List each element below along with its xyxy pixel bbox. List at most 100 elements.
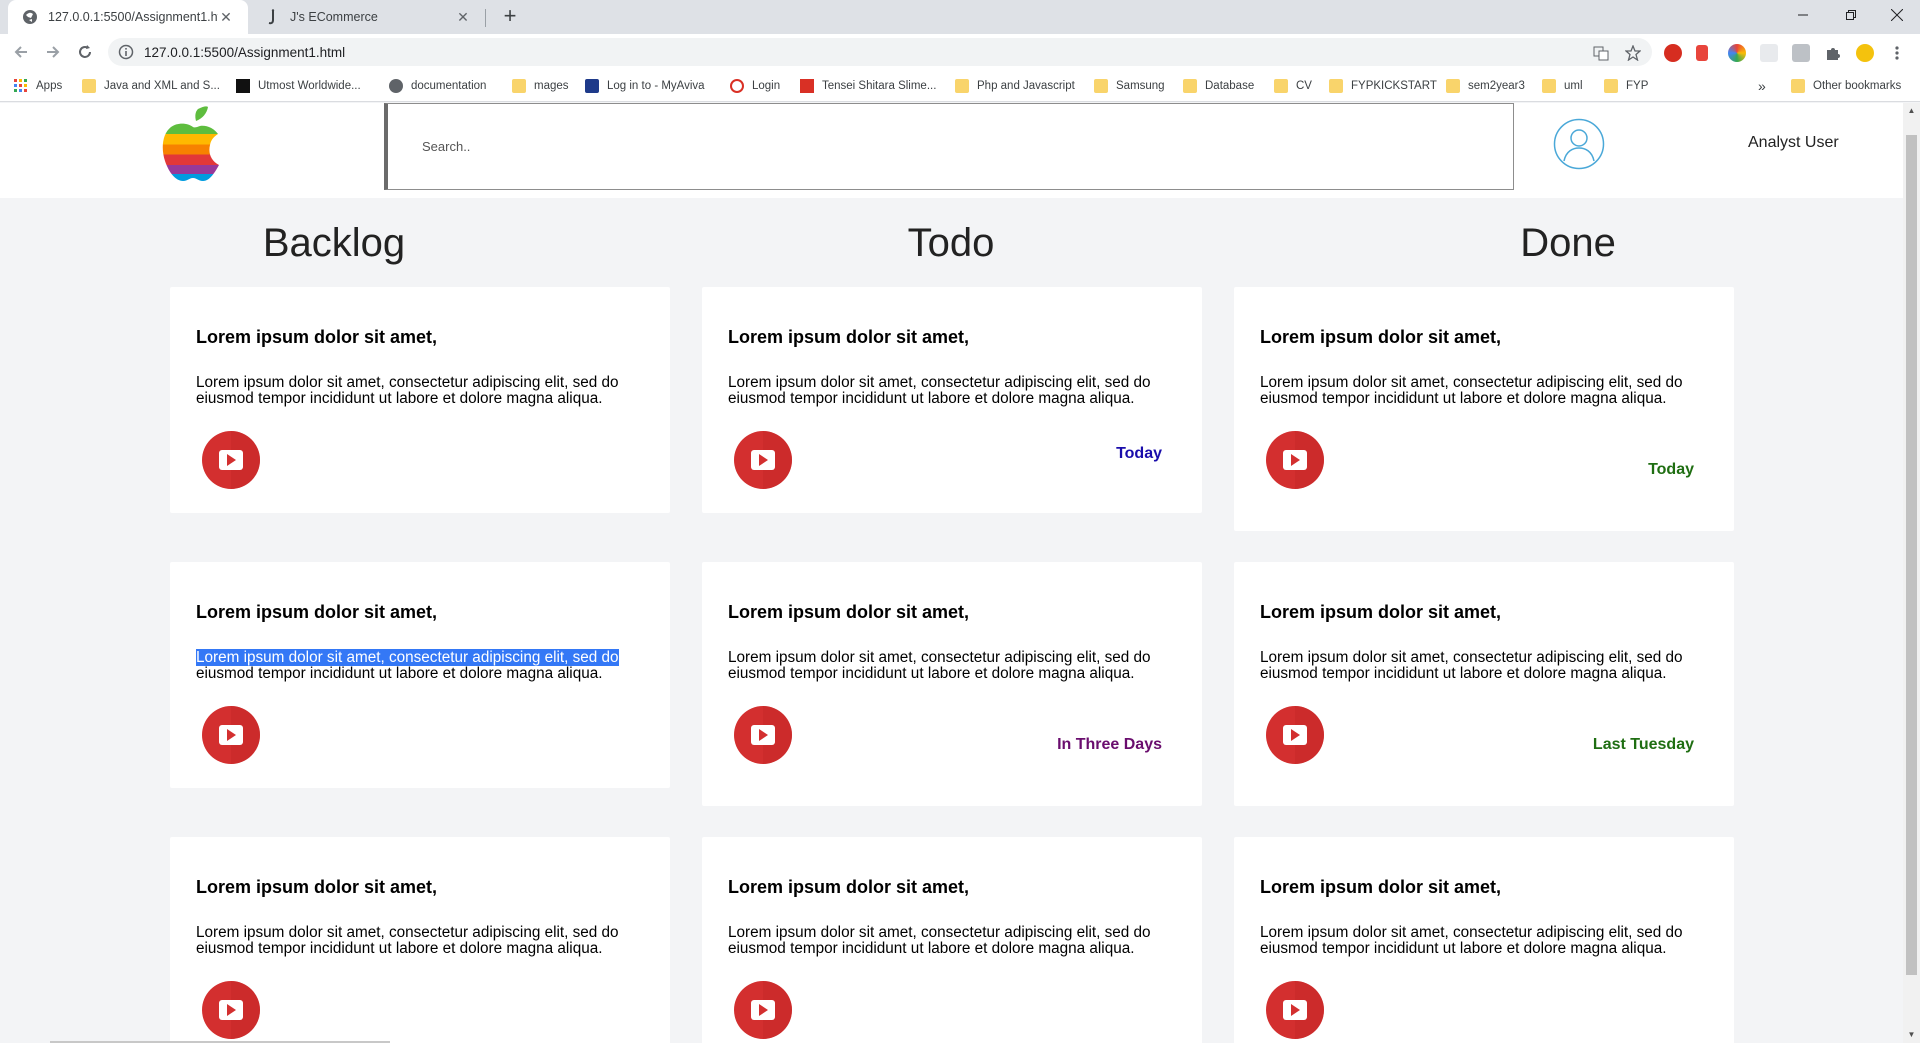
search-input[interactable]: [384, 103, 1514, 190]
column-title-backlog: Backlog: [262, 221, 406, 265]
card-description-line: Lorem ipsum dolor sit amet, consectetur …: [728, 374, 1151, 391]
task-card[interactable]: Lorem ipsum dolor sit amet, Lorem ipsum …: [1234, 562, 1734, 806]
task-card[interactable]: Lorem ipsum dolor sit amet, Lorem ipsum …: [1234, 837, 1734, 1043]
scrollbar-thumb[interactable]: [1906, 135, 1917, 975]
bookmark-fyp[interactable]: FYP: [1604, 77, 1648, 95]
user-avatar-icon[interactable]: [1553, 118, 1605, 170]
extension-blank-icon[interactable]: [1760, 44, 1778, 62]
folder-icon: [1542, 79, 1556, 93]
card-description-line: eiusmod tempor incididunt ut labore et d…: [1260, 665, 1667, 682]
bookmark-utmost[interactable]: Utmost Worldwide...: [236, 77, 361, 95]
bookmark-cv[interactable]: CV: [1274, 77, 1312, 95]
bookmark-label: Log in to - MyAviva: [607, 80, 705, 92]
bookmark-fypkickstart[interactable]: FYPKICKSTART: [1329, 77, 1437, 95]
folder-icon: [82, 79, 96, 93]
bookmark-label: Database: [1205, 80, 1255, 92]
back-button[interactable]: [9, 40, 33, 64]
task-card[interactable]: Lorem ipsum dolor sit amet, Lorem ipsum …: [170, 837, 670, 1043]
card-description-line: eiusmod tempor incididunt ut labore et d…: [728, 940, 1135, 957]
b-icon: [800, 79, 814, 93]
task-card[interactable]: Lorem ipsum dolor sit amet, Lorem ipsum …: [1234, 287, 1734, 531]
forward-button[interactable]: [41, 40, 65, 64]
extension-grid-icon[interactable]: [1792, 44, 1810, 62]
extension-lock-icon[interactable]: [1696, 45, 1708, 61]
restore-button[interactable]: [1828, 0, 1874, 30]
close-tab-icon[interactable]: ✕: [455, 9, 471, 25]
bookmark-samsung[interactable]: Samsung: [1094, 77, 1165, 95]
bookmark-tensei[interactable]: Tensei Shitara Slime...: [800, 77, 936, 95]
card-title: Lorem ipsum dolor sit amet,: [728, 602, 970, 622]
play-video-icon[interactable]: [202, 431, 260, 489]
globe-icon: [389, 79, 403, 93]
browser-toolbar: 127.0.0.1:5500/Assignment1.html: [0, 34, 1920, 70]
bookmarks-overflow-button[interactable]: »: [1758, 77, 1766, 95]
bookmark-sem2year3[interactable]: sem2year3: [1446, 77, 1525, 95]
play-video-icon[interactable]: [734, 981, 792, 1039]
card-description-line: Lorem ipsum dolor sit amet, consectetur …: [728, 924, 1151, 941]
puzzle-icon[interactable]: [1824, 44, 1842, 62]
login-icon: [730, 79, 744, 93]
play-video-icon[interactable]: [1266, 981, 1324, 1039]
aviva-icon: [585, 79, 599, 93]
profile-avatar-icon[interactable]: [1856, 44, 1874, 62]
folder-icon: [1791, 79, 1805, 93]
play-video-icon[interactable]: [734, 431, 792, 489]
bookmarks-bar: Apps Java and XML and S... Utmost Worldw…: [0, 70, 1920, 102]
folder-icon: [1446, 79, 1460, 93]
new-tab-button[interactable]: +: [497, 4, 523, 30]
tab-assignment1[interactable]: 127.0.0.1:5500/Assignment1.html ✕: [8, 0, 248, 34]
vertical-scrollbar[interactable]: ▲ ▼: [1903, 103, 1920, 1043]
bookmark-label: Samsung: [1116, 80, 1165, 92]
translate-icon[interactable]: [1592, 44, 1610, 62]
card-description-line: Lorem ipsum dolor sit amet, consectetur …: [728, 649, 1151, 666]
card-title: Lorem ipsum dolor sit amet,: [1260, 877, 1502, 897]
card-description: Lorem ipsum dolor sit amet, consectetur …: [1260, 375, 1715, 407]
play-video-icon[interactable]: [1266, 431, 1324, 489]
scroll-down-arrow-icon[interactable]: ▼: [1903, 1027, 1920, 1043]
play-video-icon[interactable]: [1266, 706, 1324, 764]
bookmark-database[interactable]: Database: [1183, 77, 1254, 95]
scroll-up-arrow-icon[interactable]: ▲: [1903, 103, 1920, 119]
folder-icon: [512, 79, 526, 93]
bookmark-login[interactable]: Login: [730, 77, 780, 95]
play-video-icon[interactable]: [202, 706, 260, 764]
bookmark-java-xml[interactable]: Java and XML and S...: [82, 77, 220, 95]
address-bar[interactable]: 127.0.0.1:5500/Assignment1.html: [108, 38, 1652, 66]
reload-button[interactable]: [73, 40, 97, 64]
bookmark-php-js[interactable]: Php and Javascript: [955, 77, 1075, 95]
task-card[interactable]: Lorem ipsum dolor sit amet, Lorem ipsum …: [702, 837, 1202, 1043]
bookmark-label: Other bookmarks: [1813, 80, 1902, 92]
close-window-button[interactable]: [1874, 0, 1920, 30]
close-tab-icon[interactable]: ✕: [218, 9, 234, 25]
bookmark-uml[interactable]: uml: [1542, 77, 1583, 95]
card-description: Lorem ipsum dolor sit amet, consectetur …: [728, 925, 1183, 957]
task-card[interactable]: Lorem ipsum dolor sit amet, Lorem ipsum …: [702, 287, 1202, 513]
play-video-icon[interactable]: [734, 706, 792, 764]
bookmark-documentation[interactable]: documentation: [389, 77, 486, 95]
info-icon[interactable]: [118, 44, 134, 60]
play-video-icon[interactable]: [202, 981, 260, 1039]
minimize-button[interactable]: [1780, 0, 1826, 30]
card-title: Lorem ipsum dolor sit amet,: [1260, 602, 1502, 622]
card-description-line: eiusmod tempor incididunt ut labore et d…: [196, 940, 603, 957]
tab-ecommerce[interactable]: J's ECommerce ✕: [250, 0, 485, 34]
card-title: Lorem ipsum dolor sit amet,: [728, 327, 970, 347]
menu-dots-icon[interactable]: [1888, 44, 1906, 62]
card-title: Lorem ipsum dolor sit amet,: [1260, 327, 1502, 347]
card-description-line: eiusmod tempor incididunt ut labore et d…: [1260, 390, 1667, 407]
bookmark-star-icon[interactable]: [1624, 44, 1642, 62]
bookmark-mages[interactable]: mages: [512, 77, 569, 95]
bookmark-apps[interactable]: Apps: [14, 77, 62, 95]
bookmark-label: CV: [1296, 80, 1312, 92]
color-picker-icon[interactable]: [1728, 44, 1746, 62]
task-card[interactable]: Lorem ipsum dolor sit amet, Lorem ipsum …: [702, 562, 1202, 806]
task-card[interactable]: Lorem ipsum dolor sit amet, Lorem ipsum …: [170, 562, 670, 788]
page-content: Analyst User Backlog Todo Done Lorem ips…: [0, 103, 1903, 1043]
task-card[interactable]: Lorem ipsum dolor sit amet, Lorem ipsum …: [170, 287, 670, 513]
bookmark-myaviva[interactable]: Log in to - MyAviva: [585, 77, 705, 95]
bookmark-other[interactable]: Other bookmarks: [1791, 77, 1901, 95]
user-name[interactable]: Analyst User: [1748, 134, 1839, 152]
card-description: Lorem ipsum dolor sit amet, consectetur …: [196, 925, 651, 957]
adblock-icon[interactable]: [1664, 44, 1682, 62]
bookmark-label: Tensei Shitara Slime...: [822, 80, 937, 92]
